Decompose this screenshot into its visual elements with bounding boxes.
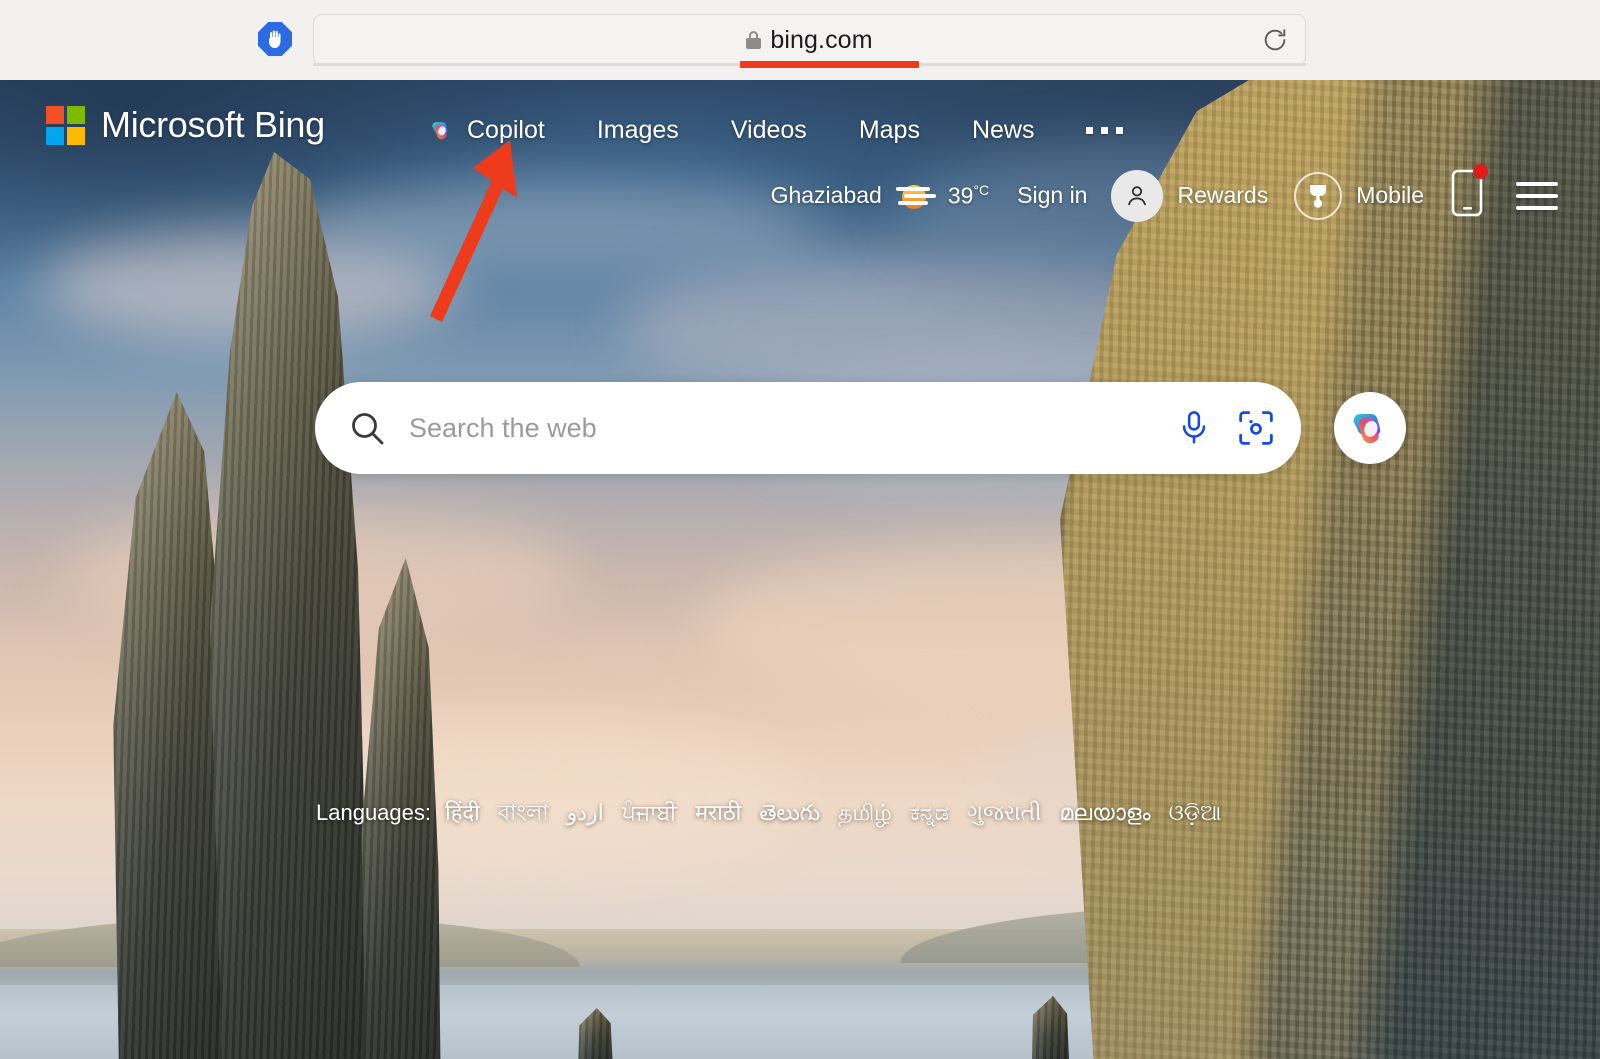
language-link-kannada[interactable]: ಕನ್ನಡ	[910, 800, 949, 826]
more-dots-icon[interactable]	[1060, 121, 1149, 140]
visual-search-camera-icon[interactable]	[1237, 409, 1275, 447]
location-label: Ghaziabad	[770, 182, 882, 208]
language-link-odia[interactable]: ଓଡ଼ିଆ	[1169, 800, 1222, 826]
bing-logo[interactable]: Microsoft Bing	[46, 104, 325, 146]
copilot-icon	[1353, 414, 1381, 444]
language-link-hindi[interactable]: हिंदी	[445, 797, 480, 827]
language-link-malayalam[interactable]: മലയാളം	[1059, 800, 1150, 826]
search-input[interactable]	[409, 412, 1177, 444]
bing-homepage: Microsoft Bing Copilot Images Videos Map…	[0, 80, 1600, 1059]
sign-in-button[interactable]: Sign in	[1003, 182, 1101, 209]
bing-wordmark: Microsoft Bing	[101, 104, 325, 145]
background-image	[0, 80, 1600, 1059]
language-link-tamil[interactable]: தமிழ்	[838, 800, 892, 829]
nav-label-news: News	[971, 116, 1035, 144]
adblock-hand-icon[interactable]	[258, 22, 292, 56]
primary-nav: Copilot Images Videos Maps News	[428, 110, 1149, 151]
browser-chrome: bing.com	[0, 0, 1600, 80]
header-utility-bar: Ghaziabad 39°C Sign in Rewards Mobile	[757, 164, 1558, 223]
language-link-punjabi[interactable]: ਪੰਜਾਬੀ	[622, 800, 677, 826]
sign-in-label: Sign in	[1017, 182, 1088, 208]
lock-icon	[746, 31, 762, 49]
language-link-marathi[interactable]: मराठी	[695, 797, 741, 827]
standing-stone-foreground	[1060, 80, 1600, 1059]
location-weather[interactable]: Ghaziabad 39°C	[757, 178, 1004, 214]
notification-dot	[1473, 164, 1488, 179]
magnifier-icon	[352, 413, 384, 445]
bing-header: Microsoft Bing Copilot Images Videos Map…	[0, 80, 1600, 322]
haze-sun-icon	[895, 184, 936, 209]
copilot-button[interactable]	[1334, 392, 1406, 464]
nav-item-videos[interactable]: Videos	[705, 110, 833, 151]
search-box[interactable]	[315, 382, 1301, 474]
language-link-urdu[interactable]: اردو	[567, 800, 604, 826]
nav-label-maps: Maps	[858, 116, 920, 144]
nav-item-images[interactable]: Images	[571, 110, 705, 151]
url-text: bing.com	[770, 25, 873, 54]
language-link-telugu[interactable]: తెలుగు	[759, 800, 820, 831]
medal-icon[interactable]	[1294, 171, 1343, 220]
person-avatar-icon	[1128, 185, 1147, 205]
language-link-bengali[interactable]: বাংলা	[498, 796, 549, 833]
search-section: Languages: हिंदी বাংলা اردو ਪੰਜਾਬੀ मराठी…	[0, 382, 1600, 825]
nav-item-copilot[interactable]: Copilot	[428, 110, 571, 151]
languages-label: Languages:	[316, 800, 431, 825]
address-bar[interactable]: bing.com	[313, 14, 1306, 66]
nav-label-copilot: Copilot	[467, 116, 545, 144]
avatar[interactable]	[1111, 169, 1164, 222]
rewards-button[interactable]: Rewards	[1163, 182, 1282, 209]
phone-icon[interactable]	[1450, 164, 1488, 223]
medal-glyph	[1310, 184, 1327, 208]
mobile-label: Mobile	[1356, 182, 1424, 208]
nav-label-videos: Videos	[730, 116, 807, 144]
nav-item-news[interactable]: News	[946, 110, 1061, 151]
copilot-icon	[432, 122, 448, 140]
reload-icon[interactable]	[1261, 26, 1289, 54]
adblock-octagon-shape	[258, 22, 292, 56]
hand-icon	[269, 30, 281, 48]
rewards-label: Rewards	[1177, 182, 1269, 208]
nav-label-images: Images	[596, 116, 679, 144]
nav-item-maps[interactable]: Maps	[833, 110, 946, 151]
languages-bar: Languages: हिंदी বাংলা اردو ਪੰਜਾਬੀ मराठी…	[316, 796, 1239, 833]
mobile-button[interactable]: Mobile	[1342, 182, 1438, 209]
hamburger-menu-icon[interactable]	[1516, 181, 1558, 210]
temperature: 39°C	[947, 181, 990, 209]
language-link-gujarati[interactable]: ગુજરાતી	[967, 800, 1042, 826]
microsoft-squares-icon	[46, 105, 85, 145]
microphone-icon[interactable]	[1177, 408, 1211, 448]
page-load-progress-bar	[740, 61, 919, 68]
